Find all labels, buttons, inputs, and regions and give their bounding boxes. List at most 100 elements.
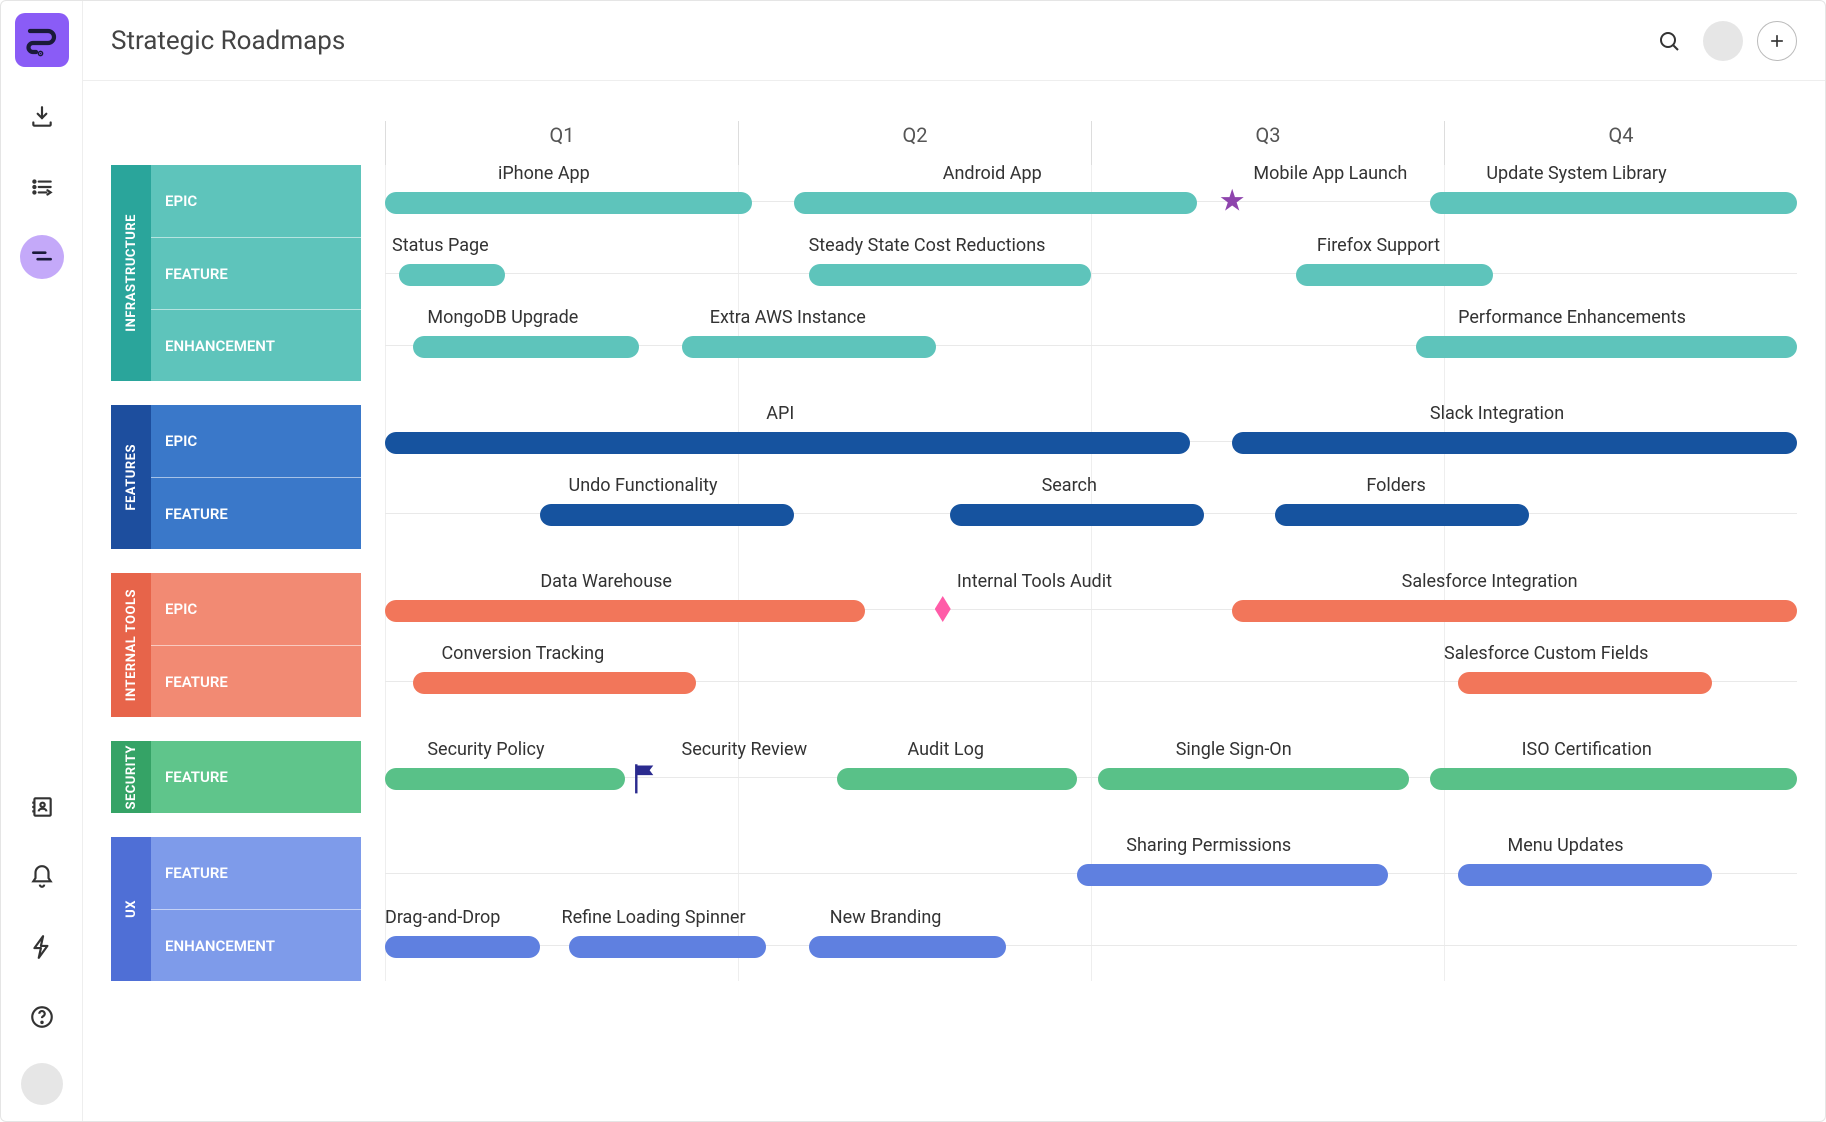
milestone-internal-tools-audit[interactable] [935,596,951,622]
nav-secondary [20,785,64,1039]
bar-perf[interactable] [1416,336,1797,358]
bar-label: New Branding [830,907,942,928]
add-button[interactable] [1757,21,1797,61]
header-actions [1649,21,1797,61]
star-icon: ★ [1219,184,1246,219]
header-avatar[interactable] [1703,21,1743,61]
timeline: Q1 Q2 Q3 Q4 iPhone App [385,121,1797,1093]
bar-label: Drag-and-Drop [385,907,500,928]
timeline-headers: Q1 Q2 Q3 Q4 [385,121,1797,165]
row-ux-feature: Sharing Permissions Menu Updates [385,837,1797,909]
bar-iso-certification[interactable] [1430,768,1797,790]
bar-aws[interactable] [682,336,936,358]
bar-menu-updates[interactable] [1458,864,1712,886]
swimlane-tab-security[interactable]: SECURITY [111,741,151,813]
swimlane-row-label[interactable]: FEATURE [151,645,361,717]
bar-android-app[interactable] [794,192,1196,214]
nav-contacts-icon[interactable] [20,785,64,829]
swimlane-security: SECURITY FEATURE [111,741,361,813]
bar-steady-state[interactable] [809,264,1091,286]
page-title: Strategic Roadmaps [111,26,345,56]
lane-ux: Sharing Permissions Menu Updates Drag-an… [385,837,1797,981]
header: Strategic Roadmaps [83,1,1825,81]
bar-label: Data Warehouse [540,571,672,592]
bar-new-branding[interactable] [809,936,1007,958]
bar-label: Sharing Permissions [1126,835,1291,856]
nav-bolt-icon[interactable] [20,925,64,969]
bar-mongodb[interactable] [413,336,639,358]
search-icon[interactable] [1649,21,1689,61]
swimlane-row-label[interactable]: EPIC [151,573,361,645]
main: Strategic Roadmaps INFRASTRUCTURE [83,1,1825,1121]
swimlane-row-label[interactable]: FEATURE [151,741,361,813]
swimlane-tab-ux[interactable]: UX [111,837,151,981]
bar-label: Menu Updates [1508,835,1624,856]
milestone-security-review[interactable] [631,762,661,800]
bar-sharing-permissions[interactable] [1077,864,1388,886]
timeline-header-q1: Q1 [385,121,738,165]
bar-refine-spinner[interactable] [569,936,767,958]
lane-infrastructure: iPhone App Android App ★ Mobile App Laun… [385,165,1797,381]
bar-label: Internal Tools Audit [957,571,1112,592]
bar-drag-and-drop[interactable] [385,936,540,958]
swimlane-tab-internal-tools[interactable]: INTERNAL TOOLS [111,573,151,717]
nav-roadmap-icon[interactable] [20,235,64,279]
nav-help-icon[interactable] [20,995,64,1039]
bar-label: Audit Log [907,739,984,760]
sidebar-avatar[interactable] [21,1063,63,1105]
swimlane-tab-features[interactable]: FEATURES [111,405,151,549]
bar-update-syslib[interactable] [1430,192,1797,214]
swimlane-row-label[interactable]: ENHANCEMENT [151,309,361,381]
bar-label: Update System Library [1486,163,1666,184]
bar-label: Steady State Cost Reductions [809,235,1046,256]
row-infra-epic: iPhone App Android App ★ Mobile App Laun… [385,165,1797,237]
bar-audit-log[interactable] [837,768,1077,790]
milestone-mobile-launch[interactable]: ★ [1219,184,1246,219]
bar-slack[interactable] [1232,432,1797,454]
bar-label: Slack Integration [1430,403,1564,424]
row-infra-enhancement: MongoDB Upgrade Extra AWS Instance Perfo… [385,309,1797,381]
bar-folders[interactable] [1275,504,1529,526]
bar-iphone-app[interactable] [385,192,752,214]
row-infra-feature: Status Page Steady State Cost Reductions… [385,237,1797,309]
bar-label: MongoDB Upgrade [427,307,578,328]
swimlane-row-label[interactable]: EPIC [151,165,361,237]
bar-search[interactable] [950,504,1204,526]
bar-label: Firefox Support [1317,235,1440,256]
bar-salesforce-integration[interactable] [1232,600,1797,622]
swimlane-column: INFRASTRUCTURE EPIC FEATURE ENHANCEMENT … [111,121,361,1093]
bar-label: Salesforce Integration [1402,571,1578,592]
bar-label: Security Review [682,739,808,760]
swimlane-row-label[interactable]: EPIC [151,405,361,477]
nav-list-icon[interactable] [20,165,64,209]
bar-security-policy[interactable] [385,768,625,790]
bar-conversion-tracking[interactable] [413,672,695,694]
swimlane-row-label[interactable]: FEATURE [151,837,361,909]
bar-undo[interactable] [540,504,794,526]
row-security-feature: Security Policy Security Review Audit Lo… [385,741,1797,813]
nav-notifications-icon[interactable] [20,855,64,899]
swimlane-row-label[interactable]: FEATURE [151,237,361,309]
lane-internal-tools: Data Warehouse Internal Tools Audit Sale… [385,573,1797,717]
swimlane-tab-infrastructure[interactable]: INFRASTRUCTURE [111,165,151,381]
bar-data-warehouse[interactable] [385,600,865,622]
bar-label: ISO Certification [1522,739,1652,760]
timeline-header-q3: Q3 [1091,121,1444,165]
app-logo[interactable] [15,13,69,67]
nav-import-icon[interactable] [20,95,64,139]
timeline-header-q2: Q2 [738,121,1091,165]
bar-salesforce-custom-fields[interactable] [1458,672,1712,694]
bar-api[interactable] [385,432,1190,454]
bar-label: Security Policy [427,739,544,760]
bar-single-sign-on[interactable] [1098,768,1409,790]
swimlane-row-label[interactable]: ENHANCEMENT [151,909,361,981]
bar-status-page[interactable] [399,264,505,286]
bar-label: iPhone App [498,163,590,184]
roadmap: INFRASTRUCTURE EPIC FEATURE ENHANCEMENT … [83,81,1825,1121]
swimlane-row-label[interactable]: FEATURE [151,477,361,549]
bar-label: Android App [943,163,1042,184]
bar-label: Search [1042,475,1097,496]
bar-label: Extra AWS Instance [710,307,866,328]
swimlane-features: FEATURES EPIC FEATURE [111,405,361,549]
bar-firefox[interactable] [1296,264,1494,286]
